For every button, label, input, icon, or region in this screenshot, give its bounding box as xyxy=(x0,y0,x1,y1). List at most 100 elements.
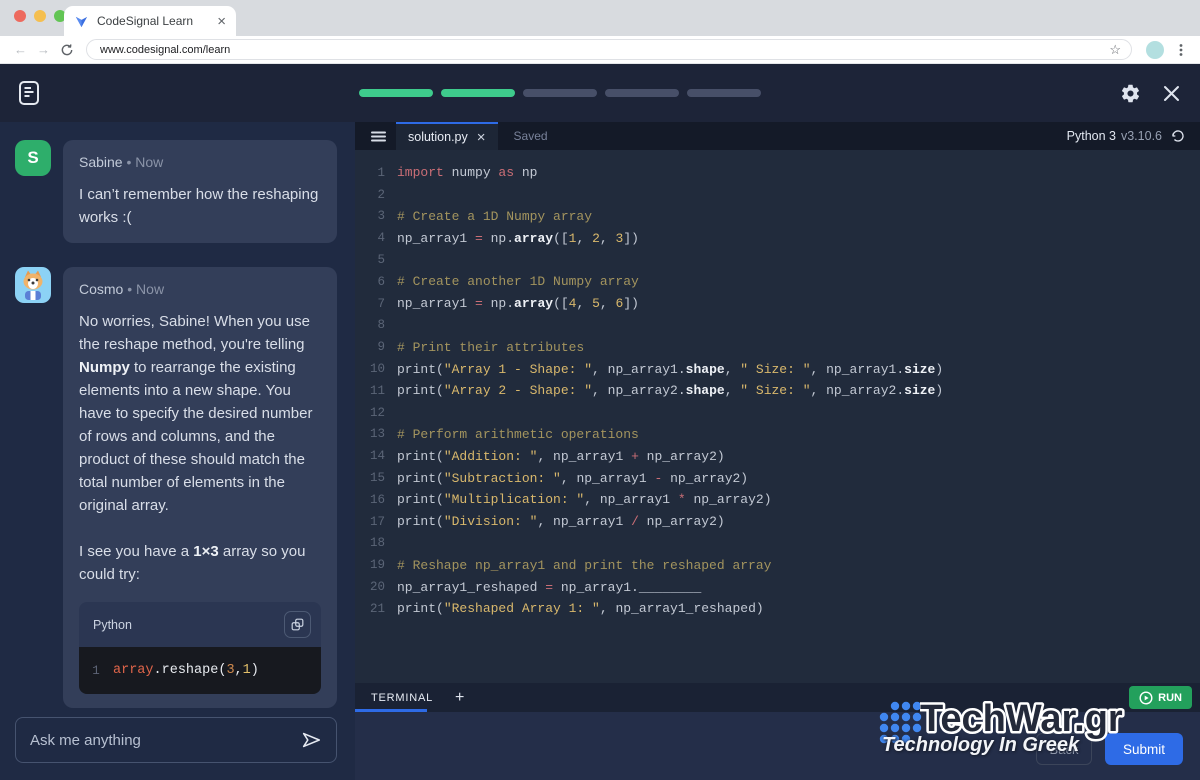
code-line[interactable]: 5 xyxy=(363,249,1200,271)
line-number: 6 xyxy=(363,275,385,289)
line-text: print("Reshaped Array 1: ", np_array1_re… xyxy=(397,601,764,616)
line-text: # Perform arithmetic operations xyxy=(397,427,639,442)
progress-segment xyxy=(523,89,597,97)
line-number: 21 xyxy=(363,602,385,616)
saved-status: Saved xyxy=(514,129,548,143)
file-menu-icon[interactable] xyxy=(367,127,390,146)
snippet-language-label: Python xyxy=(93,618,284,632)
chat-messages: S Sabine • Now I can’t remember how the … xyxy=(0,122,355,708)
message-bubble: Sabine • Now I can’t remember how the re… xyxy=(63,140,337,243)
terminal-tab[interactable]: TERMINAL xyxy=(355,683,447,712)
code-line[interactable]: 2 xyxy=(363,184,1200,206)
play-icon xyxy=(1139,691,1153,705)
code-editor: solution.py × Saved Python 3 v3.10.6 1im… xyxy=(355,122,1200,780)
line-number: 18 xyxy=(363,536,385,550)
code-line[interactable]: 20np_array1_reshaped = np_array1._______… xyxy=(363,576,1200,598)
author-name: Sabine xyxy=(79,154,123,170)
code-line[interactable]: 14 print("Addition: ", np_array1 + np_arr… xyxy=(363,445,1200,467)
line-number: 12 xyxy=(363,406,385,420)
code-line[interactable]: 15print("Subtraction: ", np_array1 - np_… xyxy=(363,467,1200,489)
message-time: Now xyxy=(136,281,164,297)
settings-gear-icon[interactable] xyxy=(1120,83,1141,104)
message-body: No worries, Sabine! When you use the res… xyxy=(79,310,321,586)
message-header: Sabine • Now xyxy=(79,154,321,170)
browser-tab-close-icon[interactable]: × xyxy=(217,14,226,29)
line-number: 8 xyxy=(363,318,385,332)
run-button[interactable]: RUN xyxy=(1129,686,1192,709)
code-line[interactable]: 1import numpy as np xyxy=(363,162,1200,184)
chat-message-sabine: S Sabine • Now I can’t remember how the … xyxy=(15,140,337,243)
code-line[interactable]: 19# Reshape np_array1 and print the resh… xyxy=(363,554,1200,576)
sabine-avatar: S xyxy=(15,140,51,176)
editor-tab-solution[interactable]: solution.py × xyxy=(396,122,498,150)
snippet-code: array.reshape(3,1) xyxy=(113,663,259,678)
codesignal-logo-icon xyxy=(74,14,89,29)
line-text: print("Subtraction: ", np_array1 - np_ar… xyxy=(397,471,748,486)
run-button-label: RUN xyxy=(1158,692,1182,704)
code-line[interactable]: 12 xyxy=(363,402,1200,424)
add-terminal-icon[interactable]: + xyxy=(455,689,464,707)
browser-tab-title: CodeSignal Learn xyxy=(97,14,217,28)
browser-profile-avatar[interactable] xyxy=(1146,41,1164,59)
editor-lines[interactable]: 1import numpy as np 2 3# Create a 1D Numpy… xyxy=(355,150,1200,683)
line-text: print("Array 2 - Shape: ", np_array2.sha… xyxy=(397,383,943,398)
runtime-label: Python 3 xyxy=(1067,129,1116,143)
code-line[interactable]: 8 xyxy=(363,315,1200,337)
window-close-button[interactable] xyxy=(14,10,26,22)
terminal-panel: Back Submit xyxy=(355,712,1200,780)
line-number: 14 xyxy=(363,449,385,463)
reset-code-icon[interactable] xyxy=(1170,128,1186,144)
code-line[interactable]: 16print("Multiplication: ", np_array1 * … xyxy=(363,489,1200,511)
code-line[interactable]: 9 # Print their attributes xyxy=(363,336,1200,358)
line-number: 11 xyxy=(363,384,385,398)
code-line[interactable]: 6# Create another 1D Numpy array xyxy=(363,271,1200,293)
terminal-tab-label: TERMINAL xyxy=(371,692,433,704)
submit-button[interactable]: Submit xyxy=(1105,733,1183,765)
line-text: print("Addition: ", np_array1 + np_array… xyxy=(397,449,725,464)
line-number: 2 xyxy=(363,188,385,202)
terminal-tabbar: TERMINAL + RUN xyxy=(355,683,1200,712)
back-arrow-icon[interactable]: ← xyxy=(14,42,27,57)
code-line[interactable]: 7np_array1 = np.array([4, 5, 6]) xyxy=(363,293,1200,315)
code-line[interactable]: 18 xyxy=(363,533,1200,555)
snippet-line-number: 1 xyxy=(79,664,113,678)
editor-tab-label: solution.py xyxy=(408,130,468,144)
line-number: 20 xyxy=(363,580,385,594)
code-line[interactable]: 11 print("Array 2 - Shape: ", np_array2.s… xyxy=(363,380,1200,402)
send-icon[interactable] xyxy=(300,729,322,751)
code-line[interactable]: 10print("Array 1 - Shape: ", np_array1.s… xyxy=(363,358,1200,380)
author-name: Cosmo xyxy=(79,281,123,297)
editor-tab-close-icon[interactable]: × xyxy=(477,130,486,145)
url-field[interactable]: www.codesignal.com/learn ☆ xyxy=(86,39,1132,60)
chat-input[interactable] xyxy=(30,732,300,749)
forward-arrow-icon[interactable]: → xyxy=(37,42,50,57)
code-line[interactable]: 3# Create a 1D Numpy array xyxy=(363,206,1200,228)
line-number: 5 xyxy=(363,253,385,267)
line-number: 9 xyxy=(363,340,385,354)
message-header: Cosmo • Now xyxy=(79,281,321,297)
browser-tab[interactable]: CodeSignal Learn × xyxy=(64,6,236,36)
line-number: 10 xyxy=(363,362,385,376)
back-button[interactable]: Back xyxy=(1036,733,1092,765)
chat-message-cosmo: Cosmo • Now No worries, Sabine! When you… xyxy=(15,267,337,708)
window-minimize-button[interactable] xyxy=(34,10,46,22)
chat-input-field[interactable] xyxy=(15,717,337,763)
browser-menu-icon[interactable] xyxy=(1174,43,1188,57)
progress-segment xyxy=(359,89,433,97)
code-line[interactable]: 17print("Division: ", np_array1 / np_arr… xyxy=(363,511,1200,533)
line-text: # Print their attributes xyxy=(397,340,584,355)
progress-segment xyxy=(441,89,515,97)
copy-button[interactable] xyxy=(284,611,311,638)
close-learn-icon[interactable] xyxy=(1163,85,1180,102)
code-line[interactable]: 4np_array1 = np.array([1, 2, 3]) xyxy=(363,227,1200,249)
line-text: np_array1 = np.array([4, 5, 6]) xyxy=(397,296,639,311)
cosmo-avatar xyxy=(15,267,51,303)
reload-icon[interactable] xyxy=(60,43,74,57)
bookmark-star-icon[interactable]: ☆ xyxy=(1109,43,1121,56)
app-header xyxy=(0,64,1200,122)
code-line[interactable]: 21 print("Reshaped Array 1: ", np_array1_… xyxy=(363,598,1200,620)
app-body: S Sabine • Now I can’t remember how the … xyxy=(0,122,1200,780)
code-line[interactable]: 13# Perform arithmetic operations xyxy=(363,424,1200,446)
line-number: 19 xyxy=(363,558,385,572)
snippet-header: Python xyxy=(79,602,321,647)
